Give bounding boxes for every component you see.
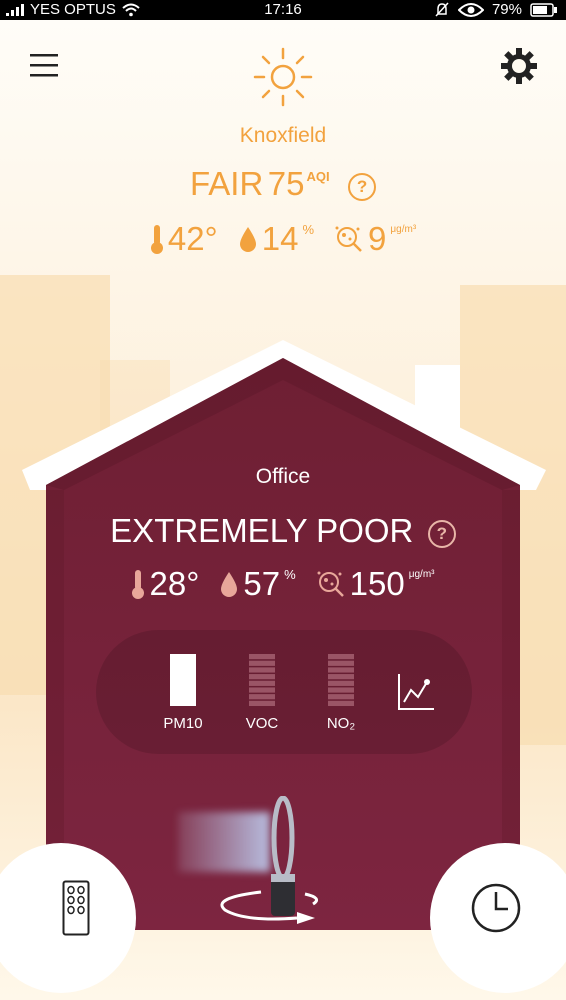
- indoor-particulates-value: 150: [349, 565, 405, 602]
- gauge-segment: [249, 654, 275, 660]
- gauge-segment: [249, 694, 275, 700]
- gauge-segment: [328, 660, 354, 666]
- thermometer-icon: [132, 570, 145, 599]
- voc-label: VOC: [245, 715, 279, 732]
- purifier-fan-icon[interactable]: [205, 796, 355, 926]
- gauge-segment: [328, 674, 354, 680]
- indoor-humidity: 57%: [219, 565, 296, 603]
- gauge-segment: [328, 694, 354, 700]
- no2-label: NO₂: [326, 715, 356, 732]
- line-graph-icon: [398, 674, 434, 710]
- indoor-temperature-value: 28°: [149, 565, 200, 602]
- gauge-segment: [328, 654, 354, 660]
- indoor-humidity-unit: %: [284, 566, 296, 582]
- gauge-segment: [328, 680, 354, 686]
- room-name: Office: [255, 465, 311, 488]
- pollutant-voc[interactable]: VOC: [234, 654, 290, 732]
- graph-button[interactable]: [396, 672, 436, 717]
- indoor-help-button[interactable]: ?: [427, 519, 456, 548]
- gauge-segment: [249, 660, 275, 666]
- pm10-gauge: [170, 654, 196, 706]
- indoor-particulates-unit: μg/m³: [408, 568, 435, 580]
- gauge-fill: [170, 654, 196, 706]
- clock-icon: [471, 883, 521, 933]
- pm10-label: PM10: [163, 715, 203, 732]
- gauge-segment: [249, 700, 275, 706]
- gauge-segment: [249, 687, 275, 693]
- no2-gauge: [328, 654, 354, 706]
- voc-gauge: [249, 654, 275, 706]
- gauge-segment: [249, 674, 275, 680]
- remote-button[interactable]: [62, 880, 90, 941]
- indoor-temperature: 28°: [131, 565, 199, 603]
- indoor-particulates: 150 μg/m³: [316, 565, 435, 603]
- schedule-button[interactable]: [470, 882, 522, 939]
- indoor-quality-line: EXTREMELY POOR ?: [0, 512, 566, 552]
- indoor-quality: EXTREMELY POOR: [110, 512, 414, 549]
- pollutant-no2[interactable]: NO₂: [313, 654, 369, 732]
- gauge-segment: [328, 667, 354, 673]
- indoor-metrics: 28° 57% 150 μg/m³: [0, 565, 566, 603]
- gauge-segment: [249, 667, 275, 673]
- remote-control-icon: [62, 880, 90, 936]
- gauge-segment: [328, 700, 354, 706]
- indoor-humidity-value: 57: [243, 565, 281, 602]
- gauge-segment: [249, 680, 275, 686]
- droplet-icon: [221, 572, 238, 597]
- gauge-segment: [328, 687, 354, 693]
- particulate-icon: [317, 571, 344, 597]
- pollutant-pm10[interactable]: PM10: [155, 654, 211, 732]
